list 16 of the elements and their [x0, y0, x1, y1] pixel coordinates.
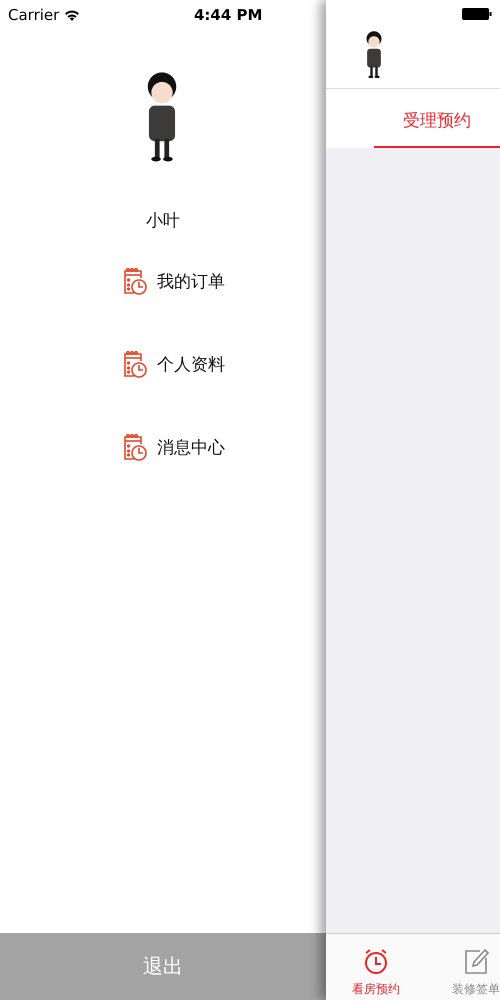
menu-item[interactable]: 消息中心 — [157, 436, 225, 458]
user-name: 小叶 — [146, 210, 181, 232]
calendar-clock-icon — [122, 349, 148, 379]
pencil-square-icon — [463, 948, 489, 976]
clock-time: 4:44 PM — [194, 6, 262, 24]
tab-bar-item[interactable]: 装修签单 — [426, 934, 500, 1000]
wifi-icon — [64, 9, 80, 21]
alarm-clock-icon — [363, 948, 389, 976]
calendar-clock-icon — [122, 432, 148, 462]
carrier-label: Carrier — [8, 6, 60, 24]
battery-icon — [462, 8, 492, 20]
calendar-clock-icon — [122, 266, 148, 296]
logout-button[interactable]: 退出 — [0, 933, 326, 1000]
menu-item[interactable]: 我的订单 — [157, 270, 225, 292]
menu-item[interactable]: 个人资料 — [157, 352, 225, 376]
tab-bar-item[interactable]: 看房预约 — [326, 934, 426, 1000]
